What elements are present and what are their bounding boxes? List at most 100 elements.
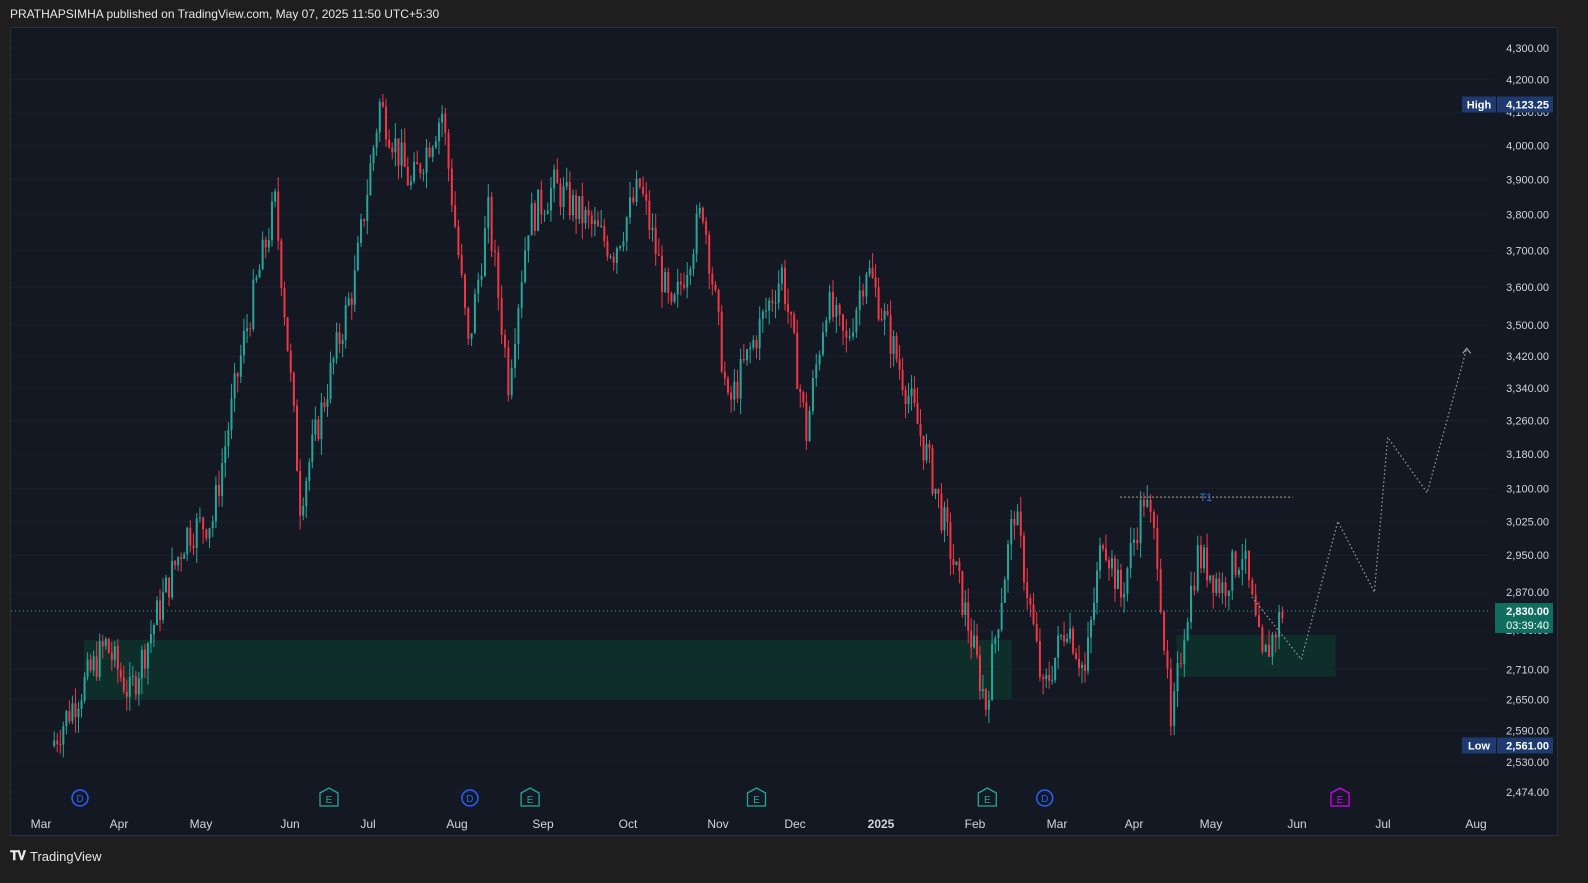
- candle-body: [507, 347, 510, 396]
- candle-body: [159, 600, 161, 620]
- candle: [1169, 658, 1172, 736]
- candle-body: [862, 290, 865, 297]
- time-tick-label: Dec: [784, 817, 805, 831]
- candle-body: [520, 282, 523, 308]
- candle-body: [622, 241, 625, 247]
- candle-body: [940, 493, 943, 531]
- candle-body: [1166, 650, 1169, 669]
- candle-body: [553, 169, 556, 189]
- candle-body: [714, 284, 717, 291]
- candle: [1016, 504, 1019, 526]
- candle-body: [186, 527, 189, 555]
- candle-body: [211, 521, 214, 529]
- earnings-marker-letter: E: [326, 795, 333, 806]
- candle: [1129, 527, 1132, 579]
- candle-body: [925, 443, 928, 461]
- candle-body: [787, 303, 790, 312]
- candle: [714, 281, 717, 293]
- earnings-event-icon[interactable]: E: [746, 787, 767, 807]
- candle-body: [955, 561, 958, 565]
- candle: [858, 275, 861, 326]
- candle: [1069, 612, 1072, 644]
- candle: [940, 482, 943, 534]
- candle: [375, 128, 378, 157]
- candle-body: [1116, 569, 1119, 590]
- candle-body: [477, 279, 480, 294]
- candle-body: [632, 197, 635, 202]
- candle-body: [344, 305, 347, 341]
- candle-body: [149, 634, 152, 644]
- candle-body: [739, 358, 742, 399]
- candle: [335, 322, 338, 364]
- candle: [463, 273, 466, 316]
- candle: [338, 323, 341, 354]
- candle: [406, 157, 409, 187]
- candle: [755, 335, 758, 359]
- candle-body: [1139, 499, 1142, 544]
- earnings-event-icon[interactable]: E: [520, 787, 540, 807]
- candle-body: [967, 602, 970, 632]
- candle: [657, 238, 660, 256]
- candle: [1190, 571, 1193, 630]
- candle: [758, 306, 761, 361]
- candle: [1045, 668, 1048, 688]
- candle-body: [1095, 570, 1098, 603]
- time-tick-label: Aug: [1465, 817, 1486, 831]
- candle: [622, 231, 625, 252]
- candle-body: [777, 283, 780, 303]
- candle-body: [755, 339, 758, 349]
- candle: [632, 187, 635, 205]
- candle: [205, 528, 208, 542]
- candle: [283, 281, 286, 326]
- candle: [59, 729, 62, 755]
- candle: [913, 376, 916, 407]
- candle-body: [581, 196, 584, 224]
- candle: [350, 292, 353, 320]
- candle: [736, 369, 739, 404]
- chart-canvas[interactable]: T1 D E D E E E D E Mar Apr May Jun Jul Aug Sep Oct Nov D…: [11, 28, 1557, 835]
- candle: [444, 107, 447, 146]
- candle: [549, 176, 552, 222]
- candle-body: [487, 196, 490, 229]
- candle-body: [314, 419, 317, 435]
- candle: [177, 556, 180, 572]
- candle: [749, 342, 752, 364]
- candle: [1063, 621, 1066, 647]
- candle-body: [1000, 602, 1003, 630]
- candle: [1022, 531, 1025, 591]
- candle-body: [1038, 641, 1041, 678]
- candle-body: [264, 239, 267, 248]
- candle-body: [305, 480, 308, 507]
- candle-body: [1196, 545, 1199, 591]
- candle: [1113, 555, 1116, 602]
- candle-body: [180, 557, 183, 559]
- candle: [1110, 550, 1113, 577]
- candle-body: [651, 227, 654, 230]
- candle-body: [490, 196, 493, 251]
- candle-body: [107, 639, 110, 653]
- price-chart[interactable]: T1 D E D E E E D E Mar Apr May Jun Jul Aug Sep Oct Nov D…: [10, 27, 1558, 836]
- candle: [984, 687, 987, 717]
- candle: [686, 261, 689, 299]
- candle-body: [571, 195, 574, 216]
- candle-body: [517, 307, 520, 344]
- price-tick-label: 3,700.00: [1506, 245, 1549, 257]
- candle-body: [524, 250, 527, 283]
- candle-body: [1231, 551, 1234, 591]
- candle-body: [59, 744, 62, 746]
- earnings-event-icon[interactable]: E: [319, 787, 339, 807]
- earnings-event-icon[interactable]: E: [1330, 787, 1350, 807]
- candle-body: [1176, 663, 1179, 692]
- candle-body: [886, 311, 889, 316]
- candle: [1048, 661, 1051, 689]
- candle: [568, 171, 571, 220]
- candle: [761, 309, 764, 333]
- earnings-event-icon[interactable]: E: [977, 787, 997, 807]
- time-tick-label: 2025: [868, 817, 895, 831]
- candle-body: [246, 328, 249, 332]
- candle-body: [742, 358, 745, 361]
- candle: [428, 141, 431, 159]
- candle: [537, 189, 540, 232]
- candle-body: [530, 203, 533, 236]
- candle: [416, 150, 419, 165]
